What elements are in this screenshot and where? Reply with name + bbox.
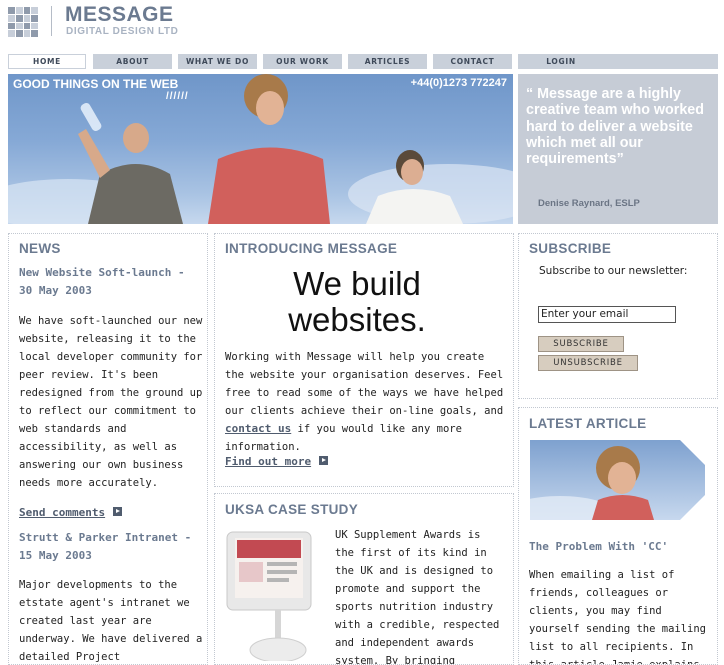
nav-contact[interactable]: CONTACT (433, 54, 512, 69)
hero-title: GOOD THINGS ON THE WEB (13, 77, 179, 91)
news-item-title[interactable]: New Website Soft-launch - 30 May 2003 (19, 264, 204, 300)
subscribe-title: SUBSCRIBE (529, 241, 612, 256)
case-study-panel: UKSA CASE STUDY UK Supplement Awards is … (214, 493, 514, 665)
latest-article-panel: LATEST ARTICLE The Problem With 'CC' Whe… (518, 407, 718, 665)
intro-title: INTRODUCING MESSAGE (225, 241, 398, 256)
send-comments-link[interactable]: Send comments (19, 501, 123, 520)
email-input[interactable]: Enter your email (538, 306, 676, 323)
subscribe-button[interactable]: SUBSCRIBE (538, 336, 624, 352)
intro-body-text: Working with Message will help you creat… (225, 351, 504, 417)
imac-illustration (226, 531, 312, 661)
hero-slashes: ////// (166, 91, 189, 102)
send-comments-label[interactable]: Send comments (19, 506, 105, 519)
main-nav: HOME ABOUT WHAT WE DO OUR WORK ARTICLES … (8, 54, 718, 69)
subscribe-panel: SUBSCRIBE Subscribe to our newsletter: E… (518, 233, 718, 399)
news-item-body: Major developments to the etstate agent'… (19, 579, 203, 663)
article-photo[interactable] (530, 440, 705, 520)
intro-headline: We build websites. (215, 266, 499, 338)
case-study-title: UKSA CASE STUDY (225, 502, 359, 517)
nav-our-work[interactable]: OUR WORK (263, 54, 342, 69)
find-out-more-label[interactable]: Find out more (225, 455, 311, 468)
intro-headline-line-1: We build (293, 265, 421, 302)
unsubscribe-button[interactable]: UNSUBSCRIBE (538, 355, 638, 371)
nav-articles[interactable]: ARTICLES (348, 54, 427, 69)
logo-mark[interactable] (8, 7, 38, 37)
testimonial-author: Denise Raynard, ESLP (538, 198, 640, 209)
hero-phone: +44(0)1273 772247 (410, 77, 507, 89)
nav-what-we-do[interactable]: WHAT WE DO (178, 54, 257, 69)
subscribe-label: Subscribe to our newsletter: (539, 265, 688, 277)
hero-photo: GOOD THINGS ON THE WEB ////// +44(0)1273… (8, 74, 513, 224)
intro-headline-line-2: websites. (288, 301, 426, 338)
brand-name[interactable]: MESSAGE (65, 3, 174, 27)
nav-about[interactable]: ABOUT (93, 54, 172, 69)
nav-filler (603, 54, 718, 69)
latest-article-title: LATEST ARTICLE (529, 416, 647, 431)
testimonial-quote: “ Message are a highly creative team who… (526, 86, 704, 168)
nav-home[interactable]: HOME (8, 54, 86, 69)
contact-us-link[interactable]: contact us (225, 422, 291, 435)
intro-panel: INTRODUCING MESSAGE We build websites. W… (214, 233, 514, 487)
news-item-title[interactable]: Strutt & Parker Intranet - 15 May 2003 (19, 529, 204, 565)
news-title: NEWS (19, 241, 61, 256)
find-out-more-link[interactable]: Find out more (225, 450, 329, 469)
news-panel: NEWS New Website Soft-launch - 30 May 20… (8, 233, 208, 665)
logo-divider (51, 6, 52, 36)
arrow-right-icon (319, 456, 329, 465)
case-study-body: UK Supplement Awards is the first of its… (335, 529, 500, 665)
testimonial-panel: “ Message are a highly creative team who… (518, 74, 718, 224)
hero-people-illustration (8, 74, 513, 224)
news-item-body: We have soft-launched our new website, r… (19, 315, 203, 489)
nav-login[interactable]: LOGIN (518, 54, 604, 69)
article-title-link[interactable]: The Problem With 'CC' (529, 538, 709, 556)
intro-body: Working with Message will help you creat… (225, 348, 507, 456)
article-summary: When emailing a list of friends, colleag… (529, 569, 707, 665)
arrow-right-icon (113, 507, 123, 516)
brand-tagline: DIGITAL DESIGN LTD (66, 26, 179, 37)
